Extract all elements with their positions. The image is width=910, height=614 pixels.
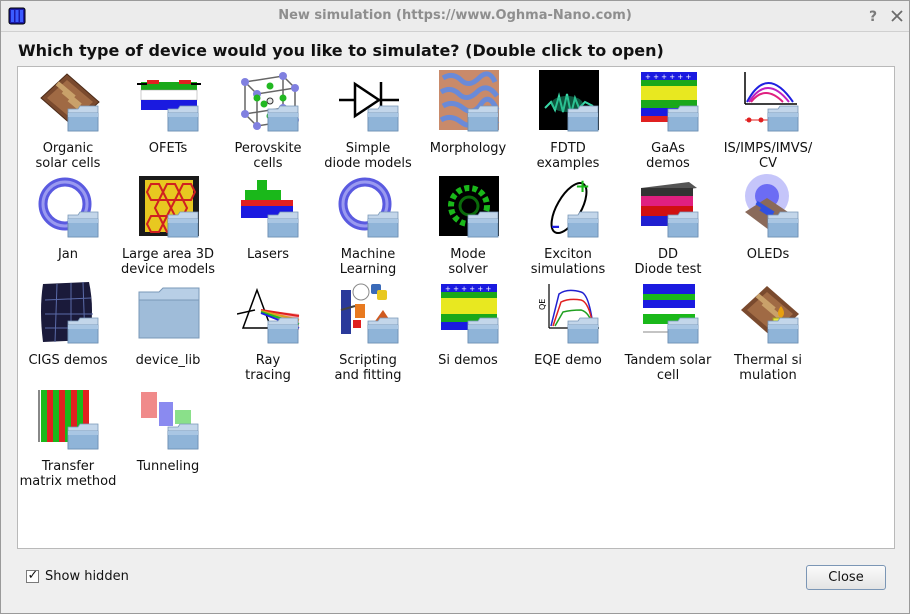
device-item[interactable]: Jan xyxy=(18,174,118,280)
device-item[interactable]: Scripting and fitting xyxy=(318,280,418,386)
device-item-label: Jan xyxy=(57,247,79,262)
device-item[interactable]: Lasers xyxy=(218,174,318,280)
folder-overlay-icon xyxy=(467,210,499,238)
device-item[interactable]: + – Exciton simulations xyxy=(518,174,618,280)
folder-overlay-icon xyxy=(167,104,199,132)
device-item[interactable]: Ray tracing xyxy=(218,280,318,386)
show-hidden-label: Show hidden xyxy=(45,569,129,584)
device-item[interactable]: Large area 3D device models xyxy=(118,174,218,280)
help-button[interactable]: ? xyxy=(865,8,881,24)
device-item-label: IS/IMPS/IMVS/ CV xyxy=(723,141,813,171)
svg-text:?: ? xyxy=(869,9,877,24)
device-item-label: Tandem solar cell xyxy=(624,353,712,383)
folder-overlay-icon xyxy=(767,104,799,132)
checkbox-box[interactable]: ✓ xyxy=(26,568,39,583)
folder-overlay-icon xyxy=(367,316,399,344)
folder-overlay-icon xyxy=(667,104,699,132)
device-item-label: Ray tracing xyxy=(245,353,291,383)
folder-overlay-icon xyxy=(567,104,599,132)
dialog-heading: Which type of device would you like to s… xyxy=(18,41,664,60)
device-item[interactable]: Tandem solar cell xyxy=(618,280,718,386)
folder-overlay-icon xyxy=(567,210,599,238)
new-simulation-dialog: New simulation (https://www.Oghma-Nano.c… xyxy=(0,0,910,614)
device-item-label: Large area 3D device models xyxy=(120,247,216,277)
device-item[interactable]: + + + + + + GaAs demos xyxy=(618,68,718,174)
device-item[interactable]: device_lib xyxy=(118,280,218,386)
svg-text:+ + + + + +: + + + + + + xyxy=(445,285,491,293)
svg-text:+: + xyxy=(575,176,590,197)
title-bar[interactable]: New simulation (https://www.Oghma-Nano.c… xyxy=(1,1,909,32)
folder-overlay-icon xyxy=(167,210,199,238)
folder-overlay-icon xyxy=(67,104,99,132)
device-item-label: OLEDs xyxy=(746,247,790,262)
svg-text:–: – xyxy=(551,216,560,237)
device-item-label: Transfer matrix method xyxy=(19,459,117,489)
device-item-label: EQE demo xyxy=(534,353,602,368)
device-item-label: Perovskite cells xyxy=(234,141,302,171)
device-item-label: Si demos xyxy=(438,353,498,368)
device-item-label: Tunneling xyxy=(136,459,200,474)
device-item[interactable]: + + + + + + Si demos xyxy=(418,280,518,386)
device-item-label: device_lib xyxy=(135,353,201,368)
device-item-label: Machine Learning xyxy=(339,247,397,277)
svg-text:+ + + + + +: + + + + + + xyxy=(645,73,691,81)
device-item-label: Mode solver xyxy=(448,247,488,277)
folder-overlay-icon xyxy=(667,210,699,238)
device-item-label: CIGS demos xyxy=(28,353,108,368)
device-item-label: Lasers xyxy=(246,247,290,262)
device-item-label: GaAs demos xyxy=(646,141,690,171)
show-hidden-checkbox[interactable]: ✓ Show hidden xyxy=(26,568,129,584)
device-item[interactable]: DD Diode test xyxy=(618,174,718,280)
device-item[interactable]: Perovskite cells xyxy=(218,68,318,174)
folder-overlay-icon xyxy=(267,104,299,132)
folder-overlay-icon xyxy=(567,316,599,344)
folder-overlay-icon xyxy=(367,210,399,238)
device-item-label: Morphology xyxy=(429,141,507,156)
folder-overlay-icon xyxy=(67,316,99,344)
device-item-label: Organic solar cells xyxy=(35,141,101,171)
folder-overlay-icon xyxy=(367,104,399,132)
close-button[interactable]: Close xyxy=(806,565,886,590)
device-item-label: Scripting and fitting xyxy=(334,353,402,383)
device-item[interactable]: Machine Learning xyxy=(318,174,418,280)
folder-overlay-icon xyxy=(667,316,699,344)
device-item[interactable]: Simple diode models xyxy=(318,68,418,174)
device-item[interactable]: FDTD examples xyxy=(518,68,618,174)
device-item-label: Simple diode models xyxy=(324,141,412,171)
device-item-label: DD Diode test xyxy=(634,247,702,277)
device-item[interactable]: QE λ EQE demo xyxy=(518,280,618,386)
folder-overlay-icon xyxy=(67,210,99,238)
device-item-label: FDTD examples xyxy=(536,141,600,171)
device-item[interactable]: Mode solver xyxy=(418,174,518,280)
folder-overlay-icon xyxy=(267,210,299,238)
device-item[interactable]: CIGS demos xyxy=(18,280,118,386)
device-item[interactable]: Morphology xyxy=(418,68,518,174)
device-item[interactable]: OLEDs xyxy=(718,174,818,280)
device-item[interactable]: Tunneling xyxy=(118,386,218,492)
device-item[interactable]: Transfer matrix method xyxy=(18,386,118,492)
folder-icon xyxy=(137,280,201,344)
folder-overlay-icon xyxy=(467,104,499,132)
device-type-grid: Organic solar cells OFETs Perovskite cel… xyxy=(17,66,895,549)
device-item[interactable]: IS/IMPS/IMVS/ CV xyxy=(718,68,818,174)
window-title: New simulation (https://www.Oghma-Nano.c… xyxy=(278,8,632,23)
close-window-icon[interactable] xyxy=(889,8,905,24)
device-item-label: OFETs xyxy=(148,141,188,156)
folder-overlay-icon xyxy=(767,210,799,238)
svg-text:QE: QE xyxy=(538,299,547,310)
folder-overlay-icon xyxy=(267,316,299,344)
folder-overlay-icon xyxy=(467,316,499,344)
device-item[interactable]: Organic solar cells xyxy=(18,68,118,174)
device-item[interactable]: OFETs xyxy=(118,68,218,174)
folder-overlay-icon xyxy=(67,422,99,450)
device-item-label: Exciton simulations xyxy=(530,247,606,277)
checkmark-icon: ✓ xyxy=(27,568,39,583)
device-item-label: Thermal si mulation xyxy=(733,353,803,383)
folder-overlay-icon xyxy=(767,316,799,344)
folder-overlay-icon xyxy=(167,422,199,450)
device-item[interactable]: Thermal si mulation xyxy=(718,280,818,386)
